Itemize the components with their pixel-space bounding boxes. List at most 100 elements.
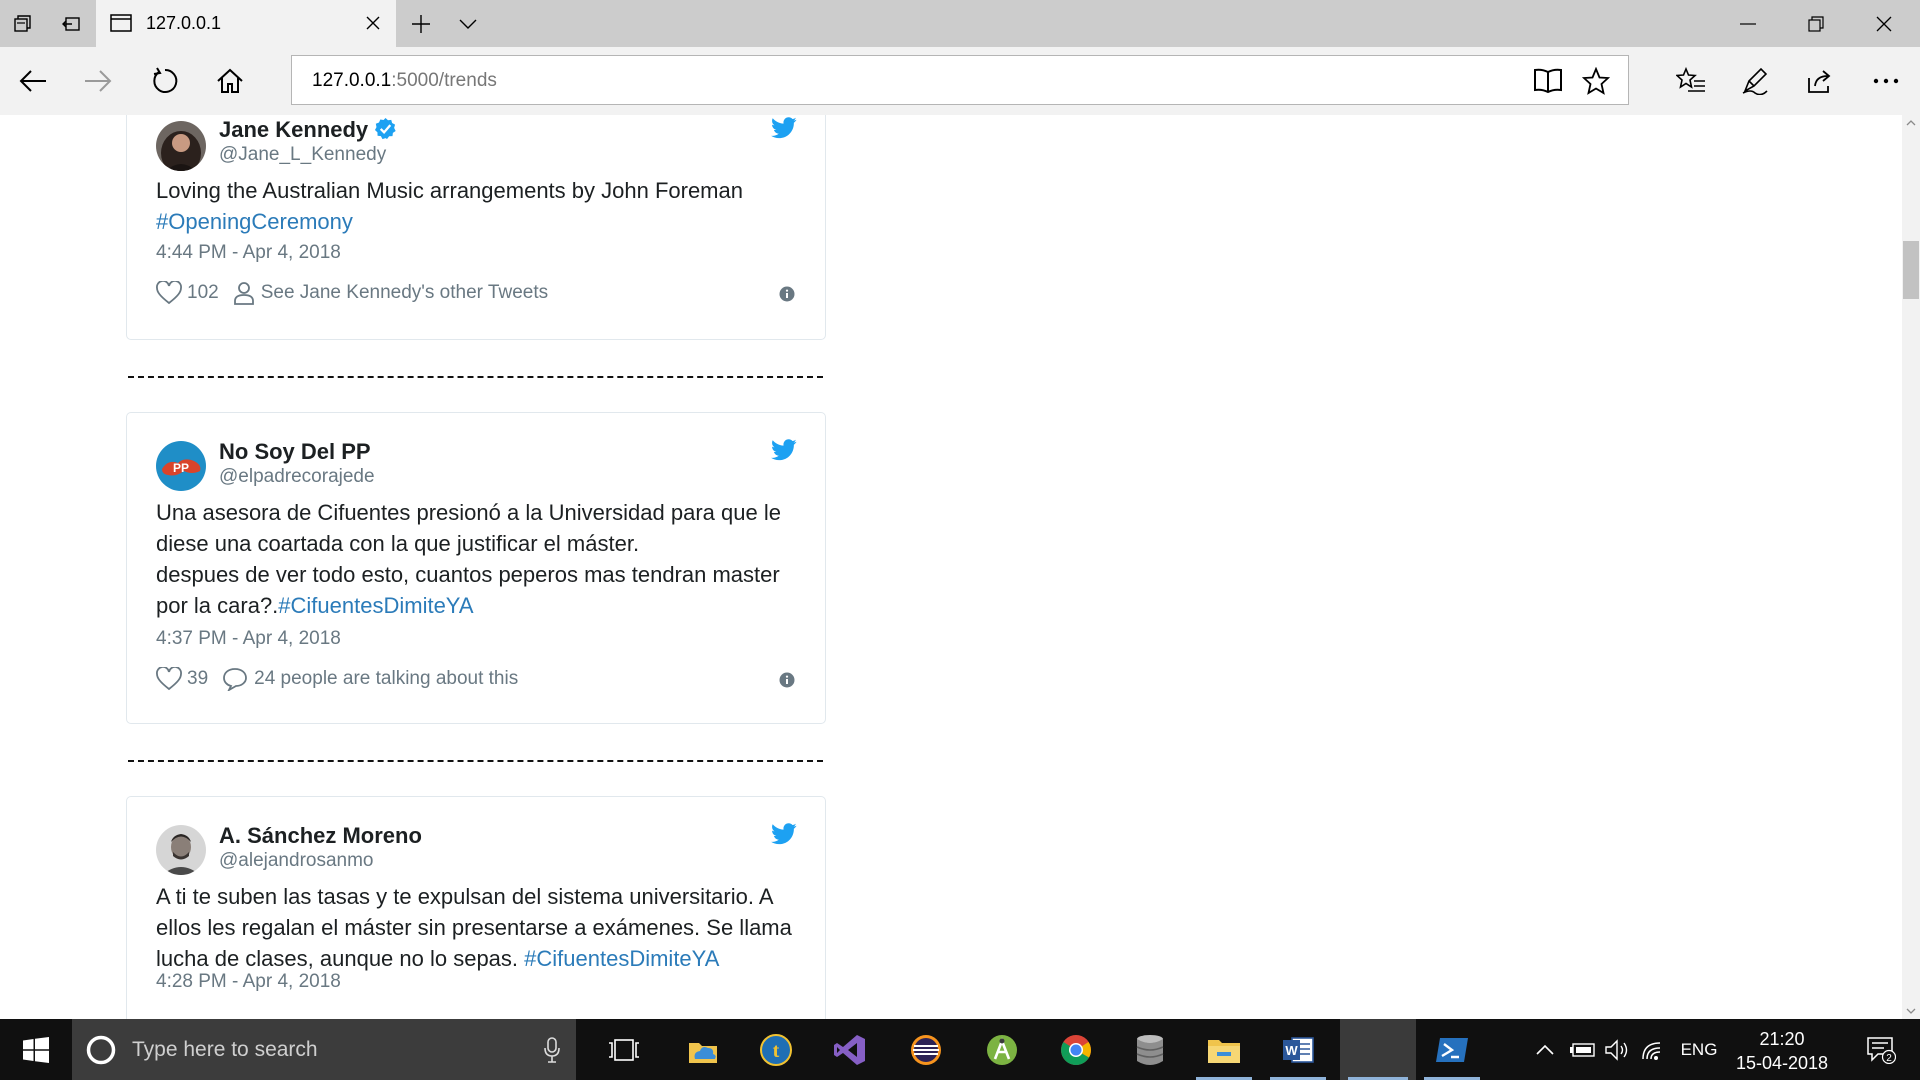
- url-text[interactable]: 127.0.0.1:5000/trends: [312, 70, 497, 92]
- twitter-bird-icon[interactable]: [771, 117, 797, 139]
- author-handle[interactable]: @alejandrosanmo: [219, 850, 374, 872]
- notification-count: 2: [1886, 1053, 1892, 1064]
- file-explorer-icon[interactable]: [1188, 1019, 1260, 1080]
- tweet-actions: 39 24 people are talking about this: [156, 665, 518, 693]
- share-icon[interactable]: [1800, 61, 1840, 101]
- twitter-bird-icon[interactable]: [771, 439, 797, 461]
- new-tab-icon[interactable]: [408, 11, 434, 37]
- heart-icon[interactable]: [156, 667, 182, 691]
- action-center-icon[interactable]: 2: [1856, 1019, 1906, 1080]
- taskbar-search-box[interactable]: Type here to search: [72, 1019, 576, 1080]
- like-count[interactable]: 102: [187, 282, 219, 304]
- svg-text:PP: PP: [173, 461, 189, 475]
- info-icon[interactable]: [779, 286, 795, 302]
- hashtag-link[interactable]: #CifuentesDimiteYA: [278, 593, 473, 618]
- tweet-text: A ti te suben las tasas y te expulsan de…: [156, 884, 792, 971]
- scroll-up-arrow-icon[interactable]: [1905, 117, 1917, 129]
- tweet-actions: 102 See Jane Kennedy's other Tweets: [156, 279, 548, 307]
- task-view-icon[interactable]: [588, 1019, 660, 1080]
- info-icon[interactable]: [779, 672, 795, 688]
- browser-title-bar: 127.0.0.1: [0, 0, 1920, 47]
- set-tabs-aside-icon[interactable]: [58, 11, 84, 37]
- tweet-card[interactable]: PP No Soy Del PP @elpadrecorajede Una as…: [126, 412, 826, 724]
- volume-icon[interactable]: [1600, 1019, 1634, 1080]
- svg-text:W: W: [1285, 1043, 1298, 1058]
- refresh-button[interactable]: [145, 61, 185, 101]
- tweet-text: Una asesora de Cifuentes presionó a la U…: [156, 500, 781, 618]
- like-count[interactable]: 39: [187, 668, 208, 690]
- back-button[interactable]: [13, 61, 53, 101]
- tab-title: 127.0.0.1: [146, 13, 222, 33]
- tweet-text: Loving the Australian Music arrangements…: [156, 178, 743, 234]
- favorites-hub-icon[interactable]: [1671, 61, 1711, 101]
- database-icon[interactable]: [1114, 1019, 1186, 1080]
- start-button[interactable]: [0, 1019, 72, 1080]
- android-studio-icon[interactable]: [966, 1019, 1038, 1080]
- avatar[interactable]: [156, 825, 206, 875]
- favorite-star-icon[interactable]: [1580, 65, 1612, 97]
- see-other-tweets-link[interactable]: See Jane Kennedy's other Tweets: [261, 282, 548, 304]
- heart-icon[interactable]: [156, 281, 182, 305]
- taskbar-clock[interactable]: 21:20 15-04-2018: [1734, 1027, 1830, 1075]
- page-icon: [110, 13, 132, 33]
- search-placeholder: Type here to search: [132, 1038, 318, 1061]
- tweet-timestamp[interactable]: 4:44 PM - Apr 4, 2018: [156, 242, 341, 264]
- page-content: Jane Kennedy @Jane_L_Kennedy Loving the …: [0, 115, 1902, 1019]
- verified-badge-icon: [374, 117, 397, 140]
- tweet-timestamp[interactable]: 4:37 PM - Apr 4, 2018: [156, 628, 341, 650]
- word-icon[interactable]: W: [1262, 1019, 1334, 1080]
- hashtag-link[interactable]: #OpeningCeremony: [156, 209, 353, 234]
- microphone-icon[interactable]: [544, 1037, 560, 1063]
- conversation-count-link[interactable]: 24 people are talking about this: [254, 668, 518, 690]
- separator-line: [128, 760, 823, 762]
- app-t-icon[interactable]: t: [740, 1019, 812, 1080]
- scrollbar-thumb[interactable]: [1903, 241, 1919, 299]
- separator-line: [128, 376, 823, 378]
- browser-tab[interactable]: 127.0.0.1: [96, 0, 396, 47]
- author-handle[interactable]: @Jane_L_Kennedy: [219, 144, 386, 166]
- reading-view-icon[interactable]: [1532, 65, 1564, 97]
- svg-text:t: t: [773, 1040, 780, 1062]
- edge-browser-taskbar-item[interactable]: [1340, 1019, 1416, 1080]
- person-icon[interactable]: [233, 281, 255, 305]
- hashtag-link[interactable]: #CifuentesDimiteYA: [524, 946, 719, 971]
- comment-bubble-icon[interactable]: [222, 667, 248, 691]
- tab-manager-icon[interactable]: [10, 11, 36, 37]
- author-name[interactable]: Jane Kennedy: [219, 117, 397, 143]
- windows-taskbar: Type here to search t W ENG 21:20 15-04-…: [0, 1019, 1920, 1080]
- restore-button[interactable]: [1782, 0, 1850, 47]
- avatar[interactable]: PP: [156, 441, 206, 491]
- home-button[interactable]: [210, 61, 250, 101]
- eclipse-icon[interactable]: [890, 1019, 962, 1080]
- navigation-bar: 127.0.0.1:5000/trends: [0, 47, 1920, 115]
- scroll-down-arrow-icon[interactable]: [1905, 1005, 1917, 1017]
- tweet-timestamp[interactable]: 4:28 PM - Apr 4, 2018: [156, 971, 341, 993]
- author-name[interactable]: No Soy Del PP: [219, 439, 371, 465]
- author-handle[interactable]: @elpadrecorajede: [219, 466, 375, 488]
- cortana-circle-icon: [85, 1034, 117, 1066]
- author-name[interactable]: A. Sánchez Moreno: [219, 823, 422, 849]
- clock-date: 15-04-2018: [1735, 1053, 1829, 1073]
- tweet-card[interactable]: Jane Kennedy @Jane_L_Kennedy Loving the …: [126, 115, 826, 340]
- vertical-scrollbar[interactable]: [1902, 115, 1920, 1019]
- visual-studio-icon[interactable]: [814, 1019, 886, 1080]
- chrome-icon[interactable]: [1040, 1019, 1112, 1080]
- more-options-icon[interactable]: [1866, 61, 1906, 101]
- clock-time: 21:20: [1759, 1029, 1805, 1049]
- onedrive-folder-icon[interactable]: [667, 1019, 739, 1080]
- powershell-icon[interactable]: [1416, 1019, 1488, 1080]
- close-window-button[interactable]: [1850, 0, 1918, 47]
- twitter-bird-icon[interactable]: [771, 823, 797, 845]
- close-tab-icon[interactable]: [360, 10, 386, 36]
- minimize-button[interactable]: [1714, 0, 1782, 47]
- forward-button[interactable]: [78, 61, 118, 101]
- battery-icon[interactable]: [1566, 1019, 1600, 1080]
- tab-preview-chevron-icon[interactable]: [455, 11, 481, 37]
- tweet-card[interactable]: A. Sánchez Moreno @alejandrosanmo A ti t…: [126, 796, 826, 1019]
- avatar[interactable]: [156, 121, 206, 171]
- show-hidden-icons-chevron-icon[interactable]: [1528, 1019, 1562, 1080]
- web-note-icon[interactable]: [1735, 61, 1775, 101]
- address-bar[interactable]: 127.0.0.1:5000/trends: [291, 55, 1629, 105]
- input-language-indicator[interactable]: ENG: [1672, 1019, 1726, 1080]
- wifi-icon[interactable]: [1636, 1019, 1670, 1080]
